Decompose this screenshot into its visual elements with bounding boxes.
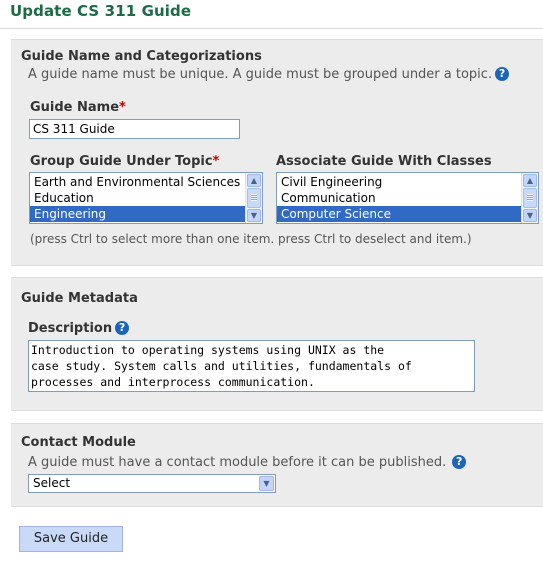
title-divider <box>0 28 543 29</box>
page-title: Update CS 311 Guide <box>10 2 192 20</box>
question-circle-icon[interactable]: ? <box>452 455 467 469</box>
section-heading: Contact Module <box>21 435 136 450</box>
topic-option[interactable]: Education <box>30 190 245 206</box>
save-guide-button[interactable]: Save Guide <box>19 526 123 552</box>
update-guide-page: Update CS 311 Guide Guide Name and Categ… <box>0 0 543 564</box>
classes-scrollbar[interactable]: ▲ ▼ <box>521 173 538 223</box>
scroll-up-arrow-icon[interactable]: ▲ <box>247 174 261 187</box>
guide-name-input[interactable]: CS 311 Guide <box>29 119 240 139</box>
class-option[interactable]: Civil Engineering <box>277 174 521 190</box>
guide-metadata-panel: Guide Metadata Description? Introduction… <box>11 277 543 411</box>
question-circle-icon[interactable]: ? <box>115 321 130 335</box>
topic-option-selected[interactable]: Engineering <box>30 206 245 222</box>
contact-module-select[interactable]: Select ▼ <box>28 474 276 493</box>
class-option-selected[interactable]: Computer Science <box>277 206 521 222</box>
topic-option[interactable]: Earth and Environmental Sciences <box>30 174 245 190</box>
scroll-up-arrow-icon[interactable]: ▲ <box>523 174 537 187</box>
topic-label-text: Group Guide Under Topic <box>30 154 213 169</box>
section-heading: Guide Name and Categorizations <box>21 49 262 64</box>
guide-name-label: Guide Name* <box>30 100 126 115</box>
question-circle-icon[interactable]: ? <box>495 67 510 81</box>
class-option[interactable]: Communication <box>277 190 521 206</box>
description-label: Description? <box>28 321 130 336</box>
multiselect-hint: (press Ctrl to select more than one item… <box>30 232 472 246</box>
scroll-down-arrow-icon[interactable]: ▼ <box>523 209 537 222</box>
required-marker: * <box>119 100 126 115</box>
help-text: A guide name must be unique. A guide mus… <box>28 67 493 82</box>
classes-listbox[interactable]: Civil Engineering Communication Computer… <box>276 172 539 224</box>
topic-listbox[interactable]: Earth and Environmental Sciences Educati… <box>29 172 263 224</box>
help-text: A guide must have a contact module befor… <box>28 455 447 470</box>
section-help-text: A guide name must be unique. A guide mus… <box>28 67 510 82</box>
section-heading: Guide Metadata <box>21 291 138 306</box>
select-value: Select <box>33 476 71 490</box>
topic-scrollbar[interactable]: ▲ ▼ <box>245 173 262 223</box>
section-help-text: A guide must have a contact module befor… <box>28 455 467 470</box>
description-label-text: Description <box>28 321 113 336</box>
chevron-down-icon[interactable]: ▼ <box>259 476 274 491</box>
topic-label: Group Guide Under Topic* <box>30 154 219 169</box>
scroll-down-arrow-icon[interactable]: ▼ <box>247 209 261 222</box>
guide-name-categorizations-panel: Guide Name and Categorizations A guide n… <box>11 39 543 266</box>
scroll-thumb[interactable] <box>523 188 537 208</box>
required-marker: * <box>212 154 220 169</box>
classes-label: Associate Guide With Classes <box>276 154 492 169</box>
description-textarea[interactable]: Introduction to operating systems using … <box>28 340 475 392</box>
contact-module-panel: Contact Module A guide must have a conta… <box>11 423 543 507</box>
scroll-thumb[interactable] <box>247 188 261 208</box>
guide-name-label-text: Guide Name <box>30 100 120 115</box>
